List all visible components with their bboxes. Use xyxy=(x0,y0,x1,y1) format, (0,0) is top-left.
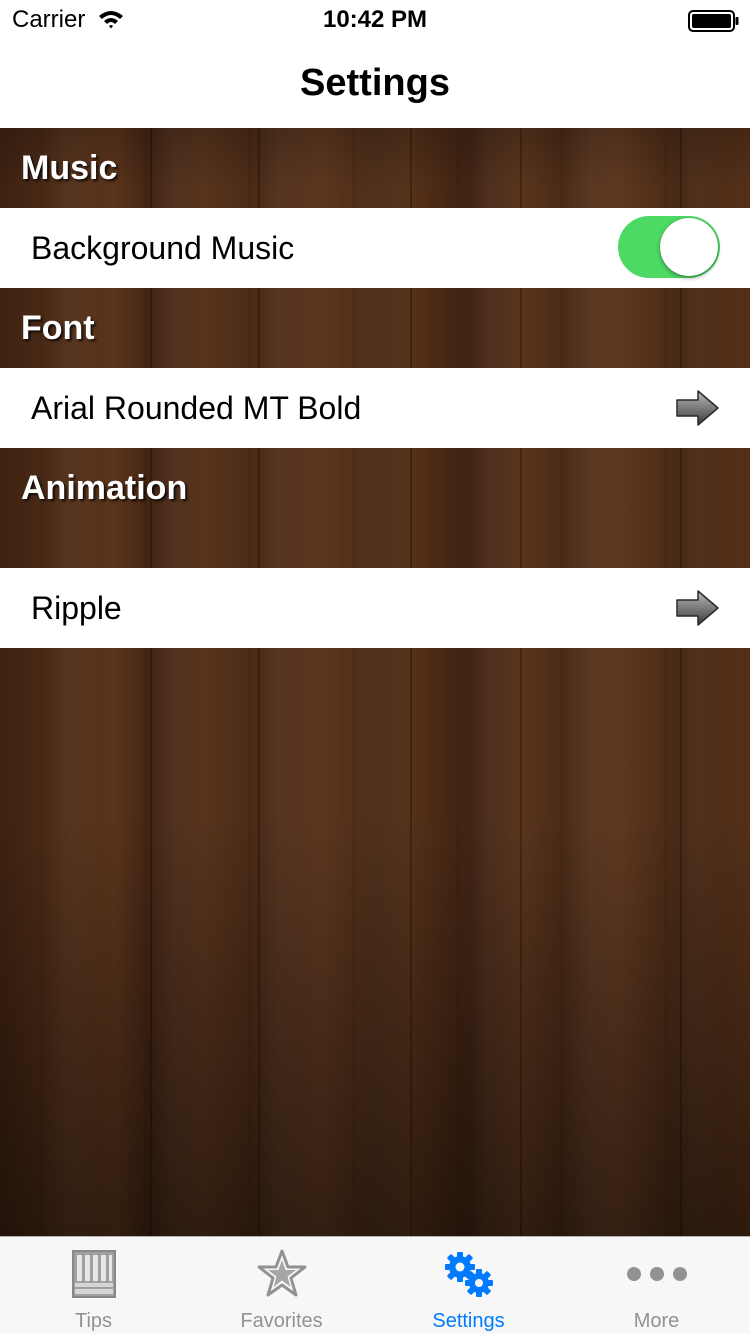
tab-tips[interactable]: Tips xyxy=(0,1237,187,1335)
animation-row[interactable]: Ripple xyxy=(0,568,750,648)
row-label: Ripple xyxy=(31,590,122,626)
tab-more[interactable]: More xyxy=(563,1237,750,1335)
status-bar: Carrier 10:42 PM xyxy=(0,0,750,40)
settings-content: Music Background Music Font Arial Rounde… xyxy=(0,128,750,1236)
status-time: 10:42 PM xyxy=(322,6,428,33)
section-title: Font xyxy=(21,309,95,347)
background-music-toggle[interactable] xyxy=(618,216,720,278)
gears-icon xyxy=(444,1252,493,1297)
section-header-music: Music xyxy=(0,128,750,208)
tab-label: Settings xyxy=(432,1310,505,1332)
star-icon xyxy=(257,1249,306,1297)
tab-bar: Tips Favorites Settings More xyxy=(0,1236,750,1334)
battery-icon xyxy=(688,10,739,32)
disclosure-arrow-icon xyxy=(676,390,719,426)
tab-settings[interactable]: Settings xyxy=(375,1237,562,1335)
toggle-knob xyxy=(660,218,718,276)
tab-label: Favorites xyxy=(240,1310,323,1332)
background-music-row: Background Music xyxy=(0,208,750,288)
section-title: Music xyxy=(21,149,118,187)
disclosure-arrow-icon xyxy=(676,590,719,626)
piano-icon xyxy=(71,1250,116,1298)
section-title: Animation xyxy=(21,469,188,507)
more-dots-icon xyxy=(626,1267,687,1281)
tab-label: Tips xyxy=(74,1310,113,1332)
section-header-animation: Animation xyxy=(0,448,750,528)
row-label: Background Music xyxy=(31,230,295,266)
font-row[interactable]: Arial Rounded MT Bold xyxy=(0,368,750,448)
row-label: Arial Rounded MT Bold xyxy=(31,390,362,426)
navigation-bar: Settings xyxy=(0,40,750,128)
section-header-font: Font xyxy=(0,288,750,368)
page-title: Settings xyxy=(300,62,450,104)
tab-favorites[interactable]: Favorites xyxy=(188,1237,375,1335)
tab-label: More xyxy=(633,1310,680,1332)
